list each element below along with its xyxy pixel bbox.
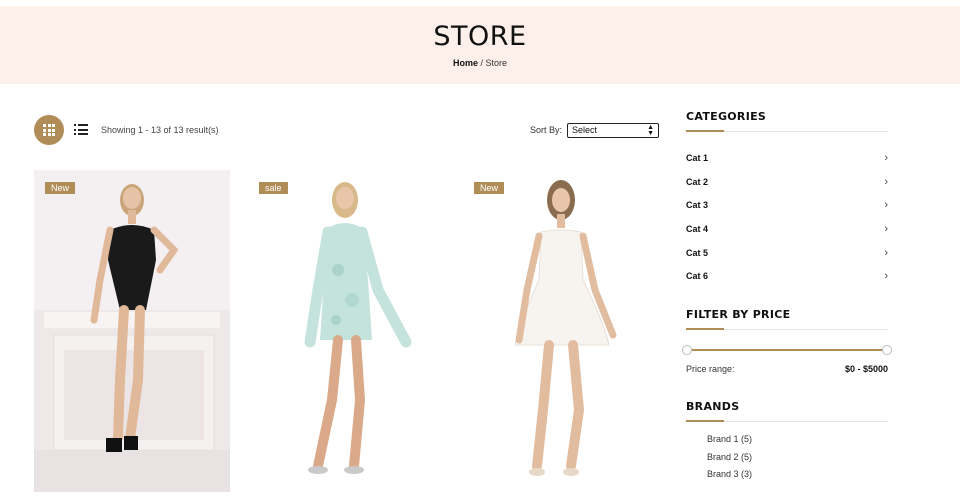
category-item[interactable]: Cat 3 › — [686, 193, 888, 217]
category-item[interactable]: Cat 5 › — [686, 241, 888, 265]
breadcrumb-current: Store — [485, 58, 508, 68]
price-max-handle[interactable] — [882, 345, 892, 356]
page-title: STORE — [433, 21, 527, 52]
product-image — [34, 184, 230, 492]
price-range-label: Price range: — [686, 364, 735, 375]
sort-select[interactable]: Select ▲ ▼ — [567, 123, 659, 138]
chevron-right-icon: › — [884, 246, 888, 259]
select-arrows-icon: ▲ ▼ — [647, 124, 654, 137]
price-filter-heading: FILTER BY PRICE — [686, 308, 791, 322]
category-item[interactable]: Cat 1 › — [686, 146, 888, 170]
category-item[interactable]: Cat 6 › — [686, 264, 888, 288]
breadcrumb-separator: / — [480, 58, 483, 68]
brands-heading: BRANDS — [686, 400, 740, 414]
product-badge: New — [474, 182, 505, 194]
price-range-slider[interactable] — [682, 344, 892, 356]
heading-divider — [686, 130, 888, 132]
page-header: STORE Home / Store — [0, 6, 960, 84]
chevron-right-icon: › — [884, 175, 888, 188]
price-range-track — [690, 349, 884, 352]
product-badge: sale — [259, 182, 288, 194]
category-item[interactable]: Cat 2 › — [686, 170, 888, 194]
category-item[interactable]: Cat 4 › — [686, 217, 888, 241]
grid-view-button[interactable] — [34, 115, 64, 145]
categories-heading: CATEGORIES — [686, 110, 767, 123]
brand-list: Brand 1 (5) Brand 2 (5) Brand 3 (3) — [686, 434, 888, 487]
product-image — [514, 180, 617, 476]
category-list: Cat 1 › Cat 2 › Cat 3 › Cat 4 › Cat 5 › Cat 6… — [686, 146, 888, 288]
sidebar: CATEGORIES Cat 1 › Cat 2 › Cat 3 › Cat 4 › C… — [682, 110, 892, 487]
sort-label: Sort By: — [530, 125, 563, 135]
heading-divider — [686, 328, 888, 331]
grid-icon — [43, 124, 55, 136]
breadcrumb: Home / Store — [0, 58, 960, 68]
chevron-right-icon: › — [884, 270, 888, 283]
breadcrumb-home-link[interactable]: Home — [453, 58, 478, 68]
list-view-button[interactable] — [74, 124, 88, 136]
product-image — [304, 182, 412, 474]
price-range-readout: Price range: $0 - $5000 — [686, 364, 888, 374]
product-card[interactable]: New — [34, 170, 230, 492]
brand-item[interactable]: Brand 1 (5) — [707, 434, 888, 452]
sort-select-value: Select — [572, 125, 598, 135]
price-range-value: $0 - $5000 — [844, 364, 888, 375]
product-card[interactable]: sale — [248, 170, 444, 492]
product-badge: New — [45, 182, 76, 194]
list-icon — [74, 124, 88, 126]
shop-toolbar: Showing 1 - 13 of 13 result(s) Sort By: … — [34, 115, 660, 145]
brand-item[interactable]: Brand 3 (3) — [707, 469, 888, 487]
product-card[interactable]: New — [463, 170, 659, 492]
result-count: Showing 1 - 13 of 13 result(s) — [101, 125, 219, 135]
brand-item[interactable]: Brand 2 (5) — [707, 452, 888, 470]
chevron-right-icon: › — [884, 199, 888, 212]
chevron-right-icon: › — [884, 222, 888, 235]
price-min-handle[interactable] — [682, 345, 692, 356]
heading-divider — [686, 420, 888, 423]
chevron-right-icon: › — [884, 151, 888, 164]
